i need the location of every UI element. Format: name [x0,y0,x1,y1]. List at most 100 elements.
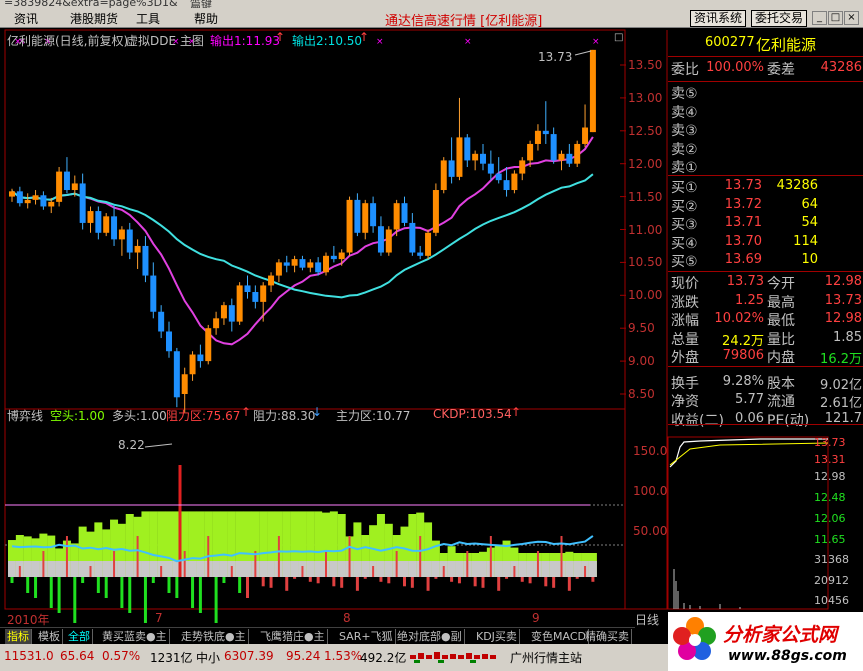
quote-label: 流通 [767,394,795,410]
indicator-tab-0[interactable]: 指标 [5,629,32,644]
output1-label: 输出1:11.93 [210,34,281,48]
indicator-gray-bar [573,561,582,577]
high-arrow-icon [574,50,592,56]
indicator-gray-bar [102,561,111,577]
indicator-name: 博弈线 [7,409,44,423]
indicator-gray-bar [188,561,197,577]
indicator-gray-bar [384,561,393,577]
quote-label: 内盘 [767,350,795,366]
candle-body [534,130,541,144]
main-chart-title: 亿利能源(日线,前复权) [7,34,129,48]
candle-body [338,252,345,260]
indicator-gray-bar [329,561,338,577]
y-tick: 10.50 [628,255,663,270]
mini-chart-layer [667,436,829,610]
info-system-button[interactable]: 资讯系统 [690,10,747,27]
quote-label: 净资 [671,394,699,410]
buy-volume: 64 [801,196,818,212]
quote-value: 12.98 [824,311,862,326]
indicator-gray-bar [549,561,558,577]
candle-body [236,285,243,322]
indicator-tab-6[interactable]: SAR+飞狐 [337,629,396,644]
candle-body [111,216,118,240]
candle-body [370,203,377,227]
indicator-gray-bar [424,561,433,577]
sh-index-change: 65.64 [60,649,95,663]
sz-index-change: 95.24 [286,649,321,663]
menu-help[interactable]: 帮助 [194,10,218,27]
indicator-tab-7[interactable]: 绝对底部●副 [395,629,465,644]
mini-y-tick: 13.73 [814,436,846,449]
divider [668,81,863,82]
indicator-tab-4[interactable]: 走势铁底●主 [179,629,249,644]
indicator-tab-10[interactable]: 精确买卖 [583,629,632,644]
candle-body [542,130,549,135]
candle-body [24,199,31,204]
quote-value: 10.02% [714,311,764,326]
mini-y-tick: 11.65 [814,533,846,546]
candle-body [197,354,204,362]
indicator-gray-bar [23,561,32,577]
quote-value: 100.00% [706,60,764,75]
indicator-gray-bar [212,561,221,577]
moving-average-layer [11,136,594,346]
indicator-gray-bar [588,561,597,577]
minimize-button[interactable]: _ [812,11,827,25]
quote-value: 9.28% [722,373,764,389]
trade-button[interactable]: 委托交易 [751,10,808,27]
buy-price: 13.69 [724,252,762,267]
quote-value: 16.2万 [820,352,862,367]
divider [668,56,863,57]
candle-body [16,191,23,204]
quote-value: 5.77 [735,392,764,407]
candle-body [213,318,220,329]
chart-close-icon[interactable]: □ [614,32,623,43]
indicator-tab-5[interactable]: 飞鹰猎庄●主 [258,629,328,644]
indicator-tab-8[interactable]: KDJ买卖 [474,629,520,644]
candle-body [574,143,581,164]
quote-label: 换手 [671,375,699,392]
candle-body [393,203,400,230]
candle-body [330,255,337,260]
candle-body [268,275,275,286]
buy-price: 13.73 [724,178,762,193]
indicator-gray-bar [235,561,244,577]
candle-body [48,201,55,207]
mini-y-tick: 13.31 [814,453,846,466]
candle-body [103,216,110,233]
indicator-gray-bar [78,561,87,577]
candle-body [417,252,424,256]
up-arrow-icon: ↑ [359,30,370,44]
close-button[interactable]: × [844,11,859,25]
indicator-tab-2[interactable]: 全部 [66,629,93,644]
y-tick: 13.50 [628,58,663,72]
candle-body [56,171,63,202]
indicator-tab-3[interactable]: 黄买蓝卖●主 [100,629,170,644]
indicator-gray-bar [479,561,487,577]
maximize-button[interactable]: □ [828,11,843,25]
indicator-gray-bar [306,561,315,577]
quote-label: 最低 [767,313,795,329]
candle-body [464,137,471,161]
mini-y-tick: 20912 [814,574,849,587]
quote-label: 委比 [671,62,699,78]
indicator-tab-1[interactable]: 模板 [36,629,63,644]
low-price-label: 8.22 [118,438,145,452]
candle-body [511,173,518,191]
menu-hk-futures[interactable]: 港股期货 [70,10,118,27]
menu-tools[interactable]: 工具 [136,10,160,27]
menu-info[interactable]: 资讯 [14,10,38,27]
logo-url: www.88gs.com [728,648,847,664]
quote-label: 涨跌 [671,294,699,311]
candle-body [354,199,361,233]
up-arrow-icon: ↑ [275,30,286,44]
period-label[interactable]: 日线 [635,611,659,628]
sell-level-label: 卖③ [671,123,698,139]
high-price-label: 13.73 [538,50,573,64]
candle-body [472,153,479,161]
buy-level-label: 买③ [671,217,698,233]
indicator-gray-bar [565,561,574,577]
candle-body [503,180,510,191]
mini-avg-line [669,442,829,466]
indicator-tab-9[interactable]: 变色MACD [529,629,589,644]
